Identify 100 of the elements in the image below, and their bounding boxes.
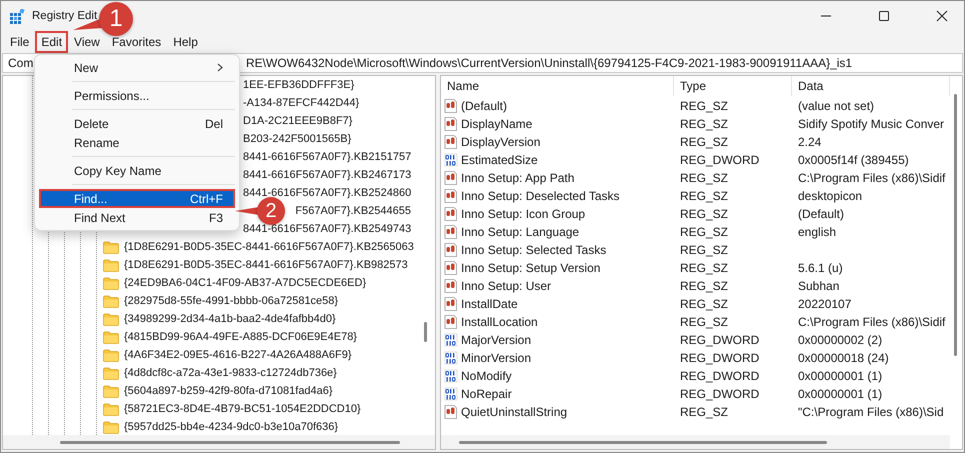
menu-item-label: Rename	[74, 136, 120, 150]
folder-icon	[103, 366, 119, 380]
tree-item[interactable]: 8441-6616F567A0F7}.KB2549743	[243, 223, 412, 235]
menu-item[interactable]: Copy Key Name	[39, 161, 235, 180]
menu-item[interactable]: Help	[167, 31, 204, 53]
menu-item[interactable]: Find... Ctrl+F	[39, 189, 235, 208]
value-name[interactable]: MinorVersion	[461, 351, 532, 365]
tree-item[interactable]: {58721EC3-8D4E-4B79-BC51-1054E2DDCD10}	[124, 403, 361, 415]
menu-item-label: Permissions...	[74, 88, 150, 102]
folder-icon	[103, 258, 119, 272]
value-type: REG_SZ	[680, 297, 728, 311]
tree-item[interactable]: {1D8E6291-B0D5-35EC-8441-6616F567A0F7}.KB2565063	[124, 241, 414, 253]
page-icon	[444, 315, 458, 329]
value-data: 2.24	[798, 135, 822, 149]
value-type: REG_SZ	[680, 315, 728, 329]
menu-item-label: Copy Key Name	[74, 164, 162, 178]
scrollbar-thumb[interactable]	[60, 441, 400, 444]
tree-item[interactable]: {4d8dcf8c-a72a-43e1-9833-c12724db736e}	[124, 367, 337, 379]
tree-item[interactable]: {4A6F34E2-09E5-4616-B227-4A26A488A6F9}	[124, 349, 352, 361]
value-name[interactable]: InstallLocation	[461, 315, 538, 329]
value-name[interactable]: Inno Setup: Deselected Tasks	[461, 189, 620, 203]
value-data: 0x0005f14f (389455)	[798, 153, 909, 167]
value-type: REG_SZ	[680, 207, 728, 221]
value-data: 0x00000018 (24)	[798, 351, 889, 365]
page-icon	[444, 297, 458, 311]
registry-cubes-icon	[10, 8, 25, 24]
tree-item[interactable]: {282975d8-55fe-4991-bbbb-06a72581ce58}	[124, 295, 338, 307]
value-name[interactable]: QuietUninstallString	[461, 405, 568, 419]
page-icon	[444, 135, 458, 149]
value-name[interactable]: Inno Setup: Icon Group	[461, 207, 586, 221]
tree-item[interactable]: {34989299-2d34-4a1b-baa2-4de4fafbb4d0}	[124, 313, 336, 325]
value-type: REG_SZ	[680, 243, 728, 257]
value-name[interactable]: Inno Setup: User	[461, 279, 552, 293]
menu-item-label: Find Next	[74, 210, 126, 224]
value-name[interactable]: Inno Setup: App Path	[461, 171, 574, 185]
menu-item[interactable]: Edit	[35, 31, 68, 53]
value-type: REG_DWORD	[680, 153, 760, 167]
scrollbar-thumb[interactable]	[954, 94, 957, 356]
value-data: (value not set)	[798, 99, 874, 113]
column-header[interactable]: Name	[441, 76, 674, 96]
value-name[interactable]: Inno Setup: Language	[461, 225, 580, 239]
tree-item[interactable]: F567A0F7}.KB2544655	[295, 205, 411, 217]
value-type: REG_DWORD	[680, 369, 760, 383]
value-type: REG_DWORD	[680, 351, 760, 365]
value-data: C:\Program Files (x86)\Sidif	[798, 315, 946, 329]
value-name[interactable]: NoRepair	[461, 387, 512, 401]
menu-item-label: New	[74, 60, 100, 74]
shortcut-text: Ctrl+F	[190, 192, 223, 206]
tree-item[interactable]: {1D8E6291-B0D5-35EC-8441-6616F567A0F7}.KB982573	[124, 259, 408, 271]
page-icon	[444, 261, 458, 275]
value-name[interactable]: Inno Setup: Setup Version	[461, 261, 600, 275]
page-icon	[444, 99, 458, 113]
tree-item[interactable]: 1EE-EFB36DDFFF3E}	[243, 79, 354, 91]
binary-grid-icon	[444, 351, 458, 365]
menu-item[interactable]: File	[4, 31, 36, 53]
value-name[interactable]: EstimatedSize	[461, 153, 538, 167]
scrollbar-thumb[interactable]	[424, 322, 427, 342]
scrollbar-thumb[interactable]	[459, 441, 827, 444]
value-name[interactable]: NoModify	[461, 369, 512, 383]
value-name[interactable]: DisplayName	[461, 117, 532, 131]
value-data: C:\Program Files (x86)\Sidif	[798, 171, 946, 185]
folder-icon	[103, 276, 119, 290]
tree-item[interactable]: -A134-87EFCF442D44}	[243, 97, 360, 109]
menu-item[interactable]: Delete Del	[39, 114, 235, 133]
shortcut-text: F3	[208, 210, 223, 224]
menu-item[interactable]: Rename	[39, 133, 235, 152]
close-icon[interactable]	[936, 10, 948, 22]
tree-item[interactable]: {5604a897-b259-42f9-80fa-d71081fad4a6}	[124, 385, 333, 397]
tree-item[interactable]: {4815BD99-96A4-49FE-A885-DCF06E9E4E78}	[124, 331, 357, 343]
tree-item[interactable]: D1A-2C21EEE9B8F7}	[243, 115, 352, 127]
value-data: Sidify Spotify Music Conver	[798, 117, 944, 131]
tree-item[interactable]: B203-242F5001565B}	[243, 133, 352, 145]
value-name[interactable]: InstallDate	[461, 297, 518, 311]
address-text: Com	[8, 56, 34, 70]
value-name[interactable]: Inno Setup: Selected Tasks	[461, 243, 606, 257]
menu-item[interactable]: Find Next F3	[39, 208, 235, 227]
value-name[interactable]: MajorVersion	[461, 333, 532, 347]
value-data: "C:\Program Files (x86)\Sid	[798, 405, 944, 419]
value-type: REG_SZ	[680, 135, 728, 149]
tree-item[interactable]: 8441-6616F567A0F7}.KB2151757	[243, 151, 412, 163]
tree-item[interactable]: {5957dd25-bb4e-4234-9dc0-b3e10a70f636}	[124, 421, 338, 433]
tree-item[interactable]: {24ED9BA6-04C1-4F09-AB37-A7DC5ECDE6ED}	[124, 277, 366, 289]
maximize-icon[interactable]	[878, 10, 890, 22]
folder-icon	[103, 330, 119, 344]
value-name[interactable]: (Default)	[461, 99, 508, 113]
window-title: Registry Edit	[32, 10, 98, 22]
column-header[interactable]: Type	[674, 76, 792, 96]
value-data: 5.6.1 (u)	[798, 261, 843, 275]
value-data: 0x00000002 (2)	[798, 333, 882, 347]
menu-item[interactable]: Permissions...	[39, 86, 235, 105]
value-data: english	[798, 225, 836, 239]
page-icon	[444, 405, 458, 419]
binary-grid-icon	[444, 333, 458, 347]
value-data: Subhan	[798, 279, 840, 293]
page-icon	[444, 117, 458, 131]
value-name[interactable]: DisplayVersion	[461, 135, 540, 149]
shortcut-text: Del	[204, 116, 223, 130]
binary-grid-icon	[444, 369, 458, 383]
tree-item[interactable]: 8441-6616F567A0F7}.KB2524860	[243, 187, 412, 199]
tree-item[interactable]: 8441-6616F567A0F7}.KB2467173	[243, 169, 412, 181]
